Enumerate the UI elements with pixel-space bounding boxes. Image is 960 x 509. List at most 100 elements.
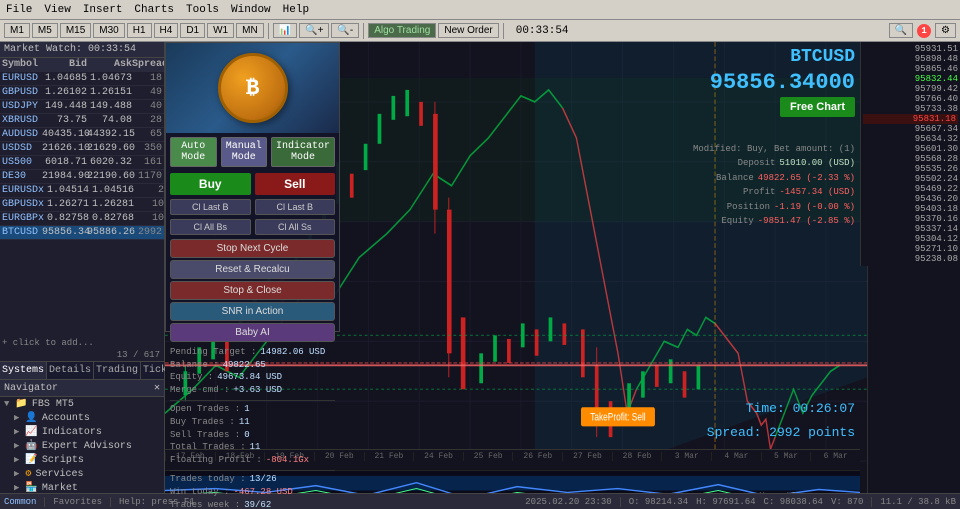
market-watch-add[interactable]: + click to add... — [0, 337, 164, 349]
notification-badge[interactable]: 1 — [917, 24, 931, 38]
menu-window[interactable]: Window — [225, 4, 277, 16]
tb-settings[interactable]: ⚙ — [935, 23, 956, 38]
tab-systems[interactable]: Systems — [0, 362, 47, 379]
tab-details[interactable]: Details — [47, 362, 94, 379]
tb-zoom-out[interactable]: 🔍- — [331, 23, 359, 38]
chart-area[interactable]: TakeProfit: Sell Untested Sup ₿ Auto Mod… — [165, 42, 960, 509]
tb-m5[interactable]: M5 — [32, 23, 58, 38]
price-95535[interactable]: 95535.26 — [863, 164, 958, 174]
market-watch-row-de30[interactable]: DE30 21984.90 22190.60 1170 — [0, 170, 164, 184]
price-95238[interactable]: 95238.08 — [863, 254, 958, 264]
instrument-name: BTCUSD — [790, 47, 855, 67]
tb-mn[interactable]: MN — [236, 23, 264, 38]
menu-file[interactable]: File — [0, 4, 38, 16]
navigator: Navigator ✕ ▼ 📁 FBS MT5 ▶ 👤 Accounts ▶ 📈… — [0, 379, 164, 509]
ask-eurusd: 1.04673 — [87, 73, 132, 84]
market-watch-row-eurusd[interactable]: EURUSD 1.04685 1.04673 18 — [0, 72, 164, 86]
nav-services[interactable]: ▶ ⚙ Services — [0, 467, 164, 481]
tb-chart-type[interactable]: 📊 — [273, 23, 297, 38]
tb-m30[interactable]: M30 — [93, 23, 124, 38]
bid-eurgbpx: 0.82758 — [44, 213, 89, 224]
tb-h1[interactable]: H1 — [127, 23, 152, 38]
close-all-sells-btn[interactable]: Cl All Ss — [255, 219, 336, 235]
price-current[interactable]: 95831.18 — [863, 114, 958, 124]
status-favorites-tab[interactable]: Favorites — [53, 497, 102, 507]
menu-view[interactable]: View — [38, 4, 76, 16]
price-95931[interactable]: 95931.51 — [863, 44, 958, 54]
market-watch-row-eurgbpx[interactable]: EURGBPx 0.82758 0.82768 10 — [0, 212, 164, 226]
price-95634[interactable]: 95634.32 — [863, 134, 958, 144]
nav-accounts[interactable]: ▶ 👤 Accounts — [0, 411, 164, 425]
price-95304[interactable]: 95304.12 — [863, 234, 958, 244]
tb-w1[interactable]: W1 — [207, 23, 234, 38]
nav-fbs-mt5[interactable]: ▼ 📁 FBS MT5 — [0, 397, 164, 411]
buy-button[interactable]: Buy — [170, 173, 251, 195]
free-chart-button[interactable]: Free Chart — [780, 97, 855, 117]
price-95271[interactable]: 95271.10 — [863, 244, 958, 254]
nav-indicators-label: Indicators — [42, 427, 102, 438]
price-95865[interactable]: 95865.46 — [863, 64, 958, 74]
nav-indicators[interactable]: ▶ 📈 Indicators — [0, 425, 164, 439]
tb-new-order[interactable]: New Order — [438, 23, 498, 38]
price-95337[interactable]: 95337.14 — [863, 224, 958, 234]
stop-close-btn[interactable]: Stop & Close — [170, 281, 335, 300]
tb-algo-trading[interactable]: Algo Trading — [368, 23, 436, 38]
market-watch-row-eurusdx[interactable]: EURUSDx 1.04514 1.04516 2 — [0, 184, 164, 198]
price-95370[interactable]: 95370.16 — [863, 214, 958, 224]
menu-insert[interactable]: Insert — [77, 4, 129, 16]
price-95799[interactable]: 95799.42 — [863, 84, 958, 94]
price-95469[interactable]: 95469.22 — [863, 184, 958, 194]
market-watch-row-audusd[interactable]: AUDUSD 40435.10 44392.15 65 — [0, 128, 164, 142]
market-watch-row-btcusd[interactable]: BTCUSD 95856.34 95886.26 2992 — [0, 226, 164, 240]
market-watch-row-gbpusd[interactable]: GBPUSD 1.26102 1.26151 49 — [0, 86, 164, 100]
indicator-mode-btn[interactable]: Indicator Mode — [271, 137, 335, 167]
tb-zoom-in[interactable]: 🔍+ — [299, 23, 329, 38]
bid-audusd: 40435.10 — [42, 129, 87, 140]
price-95403[interactable]: 95403.18 — [863, 204, 958, 214]
baby-ai-btn[interactable]: Baby AI — [170, 323, 335, 342]
tb-d1[interactable]: D1 — [180, 23, 205, 38]
price-95667[interactable]: 95667.34 — [863, 124, 958, 134]
col-ask: Ask — [87, 59, 132, 70]
market-watch-row-xbrusd[interactable]: XBRUSD 73.75 74.08 28 — [0, 114, 164, 128]
close-last-sell-btn[interactable]: Cl Last B — [255, 199, 336, 215]
tb-m1[interactable]: M1 — [4, 23, 30, 38]
market-watch-row-usdjpy[interactable]: USDJPY 149.448 149.488 40 — [0, 100, 164, 114]
price-95733[interactable]: 95733.38 — [863, 104, 958, 114]
price-95766[interactable]: 95766.40 — [863, 94, 958, 104]
nav-fbs-mt5-label: FBS MT5 — [32, 399, 74, 410]
menu-help[interactable]: Help — [277, 4, 315, 16]
tab-trading[interactable]: Trading — [94, 362, 141, 379]
auto-mode-btn[interactable]: Auto Mode — [170, 137, 217, 167]
market-watch-row-us500[interactable]: US500 6018.71 6020.32 161 — [0, 156, 164, 170]
tb-h4[interactable]: H4 — [154, 23, 179, 38]
market-watch-row-gbpusdx[interactable]: GBPUSDx 1.26271 1.26281 10 — [0, 198, 164, 212]
market-watch-row-usdsd[interactable]: USDSD 21626.10 21629.60 350 — [0, 142, 164, 156]
close-all-buys-btn[interactable]: Cl All Bs — [170, 219, 251, 235]
symbol-eurgbpx: EURGBPx — [2, 213, 44, 224]
sell-button[interactable]: Sell — [255, 173, 336, 195]
price-95832[interactable]: 95832.44 — [863, 74, 958, 84]
price-95601[interactable]: 95601.30 — [863, 144, 958, 154]
reset-recalcu-btn[interactable]: Reset & Recalcu — [170, 260, 335, 279]
spread-us500: 161 — [132, 157, 162, 168]
menu-tools[interactable]: Tools — [180, 4, 225, 16]
nav-expert-advisors[interactable]: ▶ 🤖 Expert Advisors — [0, 439, 164, 453]
acct-position: Position -1.19 (-0.00 %) — [693, 200, 855, 214]
price-95568[interactable]: 95568.28 — [863, 154, 958, 164]
tb-m15[interactable]: M15 — [60, 23, 91, 38]
menu-charts[interactable]: Charts — [128, 4, 180, 16]
manual-mode-btn[interactable]: Manual Mode — [221, 137, 268, 167]
price-95502[interactable]: 95502.24 — [863, 174, 958, 184]
navigator-close[interactable]: ✕ — [154, 382, 160, 394]
price-95898[interactable]: 95898.48 — [863, 54, 958, 64]
stop-next-cycle-btn[interactable]: Stop Next Cycle — [170, 239, 335, 258]
tb-search[interactable]: 🔍 — [889, 23, 913, 38]
price-95436[interactable]: 95436.20 — [863, 194, 958, 204]
nav-scripts[interactable]: ▶ 📝 Scripts — [0, 453, 164, 467]
status-common-tab[interactable]: Common — [4, 497, 36, 507]
close-last-buy-btn[interactable]: Cl Last B — [170, 199, 251, 215]
nav-scripts-expand: ▶ — [14, 455, 19, 465]
snr-action-btn[interactable]: SNR in Action — [170, 302, 335, 321]
symbol-usdjpy: USDJPY — [2, 101, 42, 112]
